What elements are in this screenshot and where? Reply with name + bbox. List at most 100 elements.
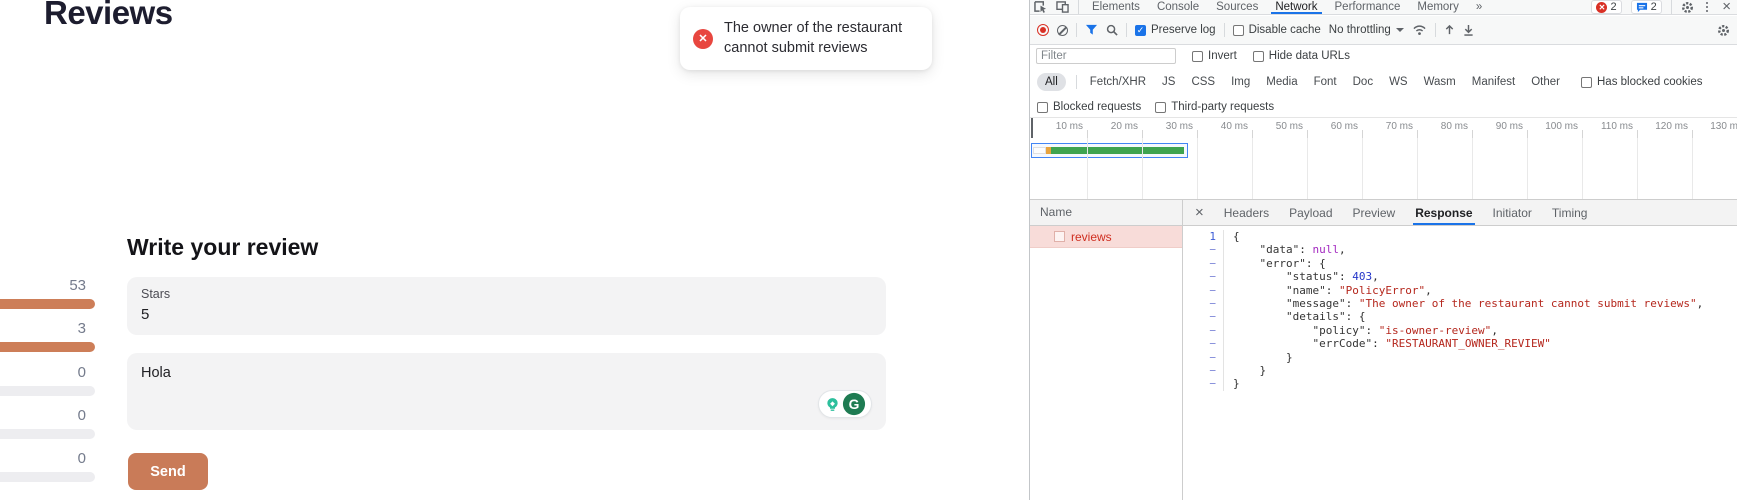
network-conditions-icon[interactable] — [1412, 24, 1427, 36]
type-filter-wasm[interactable]: Wasm — [1421, 73, 1459, 91]
grammarly-widget[interactable]: G — [818, 390, 872, 418]
disable-cache-label: Disable cache — [1249, 24, 1321, 36]
third-party-requests-checkbox[interactable]: Third-party requests — [1155, 101, 1274, 113]
devtools-tab-sources[interactable]: Sources — [1212, 0, 1262, 14]
throttling-value: No throttling — [1329, 24, 1391, 36]
detail-tab-timing[interactable]: Timing — [1552, 200, 1588, 225]
type-filter-manifest[interactable]: Manifest — [1469, 73, 1518, 91]
rating-distribution: 533000 — [0, 277, 96, 497]
type-filter-other[interactable]: Other — [1528, 73, 1563, 91]
console-message-badge[interactable]: 2 — [1631, 0, 1662, 14]
checkbox-icon — [1192, 51, 1203, 62]
review-text: Hola — [141, 365, 171, 381]
type-filter-js[interactable]: JS — [1159, 73, 1178, 91]
has-blocked-cookies-checkbox[interactable]: Has blocked cookies — [1581, 76, 1702, 88]
gridline — [1417, 138, 1418, 200]
response-pane[interactable]: 1{− "data": null,− "error": {− "status":… — [1183, 226, 1737, 500]
gridline — [1637, 138, 1638, 200]
throttling-select[interactable]: No throttling — [1329, 24, 1404, 36]
name-column-header[interactable]: Name — [1030, 200, 1183, 225]
type-filter-img[interactable]: Img — [1228, 73, 1253, 91]
fold-marker-icon[interactable]: − — [1183, 310, 1224, 323]
fold-marker-icon[interactable]: − — [1183, 337, 1224, 350]
detail-tab-initiator[interactable]: Initiator — [1493, 200, 1532, 225]
detail-tab-list: Headers Payload Preview Response Initiator Ti… — [1224, 200, 1588, 225]
devtools-tab-console[interactable]: Console — [1153, 0, 1203, 14]
send-button[interactable]: Send — [128, 453, 208, 490]
fold-marker-icon[interactable]: − — [1183, 364, 1224, 377]
divider — [1671, 0, 1672, 14]
review-textarea[interactable]: Hola G — [127, 353, 886, 430]
rating-row: 0 — [0, 364, 96, 404]
settings-gear-icon[interactable] — [1681, 1, 1694, 14]
type-filter-fetchxhr[interactable]: Fetch/XHR — [1087, 73, 1149, 91]
code-line: − "message": "The owner of the restauran… — [1183, 297, 1737, 310]
devtools-tab-network[interactable]: Network — [1271, 0, 1321, 14]
checkbox-icon — [1233, 25, 1244, 36]
rating-row: 3 — [0, 320, 96, 360]
network-overview-timeline[interactable]: 10 ms20 ms30 ms40 ms50 ms60 ms70 ms80 ms… — [1030, 118, 1737, 200]
error-badge-icon: ✕ — [1596, 2, 1607, 13]
stars-field[interactable]: Stars 5 — [127, 277, 886, 335]
inspect-element-icon[interactable] — [1034, 1, 1047, 13]
gridline — [1252, 138, 1253, 200]
fold-marker-icon[interactable]: − — [1183, 351, 1224, 364]
export-har-icon[interactable] — [1463, 24, 1474, 36]
invert-checkbox[interactable]: Invert — [1192, 50, 1237, 62]
more-tabs-button[interactable]: » — [1472, 0, 1486, 14]
line-number[interactable]: 1 — [1183, 230, 1224, 243]
close-detail-icon[interactable]: × — [1195, 204, 1204, 221]
fold-marker-icon[interactable]: − — [1183, 297, 1224, 310]
import-har-icon[interactable] — [1444, 24, 1455, 36]
type-filter-doc[interactable]: Doc — [1350, 73, 1376, 91]
code-line: − "policy": "is-owner-review", — [1183, 324, 1737, 337]
network-settings-gear-icon[interactable] — [1717, 24, 1730, 37]
detail-tab-response[interactable]: Response — [1415, 200, 1472, 225]
stars-value: 5 — [141, 306, 149, 323]
request-row-reviews[interactable]: reviews — [1030, 226, 1182, 248]
more-options-icon[interactable] — [1703, 2, 1712, 13]
detail-tab-preview[interactable]: Preview — [1353, 200, 1396, 225]
devtools-tab-performance[interactable]: Performance — [1331, 0, 1405, 14]
filter-input[interactable] — [1036, 48, 1176, 64]
clear-network-log-icon[interactable] — [1057, 25, 1068, 36]
timeline-tick-label: 100 ms — [1524, 121, 1578, 132]
fold-marker-icon[interactable]: − — [1183, 270, 1224, 283]
search-icon[interactable] — [1106, 24, 1118, 36]
type-filter-ws[interactable]: WS — [1386, 73, 1411, 91]
code-line: − } — [1183, 364, 1737, 377]
waterfall-wait-segment — [1033, 147, 1046, 154]
fold-marker-icon[interactable]: − — [1183, 257, 1224, 270]
code-line: − } — [1183, 351, 1737, 364]
device-toolbar-icon[interactable] — [1056, 1, 1069, 13]
divider — [1126, 23, 1127, 37]
fold-marker-icon[interactable]: − — [1183, 243, 1224, 256]
type-filter-font[interactable]: Font — [1311, 73, 1340, 91]
overview-selection[interactable] — [1031, 143, 1188, 158]
toast-message: The owner of the restaurant cannot submi… — [724, 19, 916, 58]
request-detail-tabs: × Headers Payload Preview Response Initiator… — [1183, 200, 1737, 225]
rating-bar — [0, 299, 95, 309]
gridline — [1197, 138, 1198, 200]
record-network-log-icon[interactable] — [1037, 24, 1049, 36]
detail-tab-headers[interactable]: Headers — [1224, 200, 1269, 225]
filter-funnel-icon[interactable] — [1085, 24, 1098, 36]
devtools-tab-memory[interactable]: Memory — [1413, 0, 1463, 14]
type-filter-media[interactable]: Media — [1263, 73, 1300, 91]
request-favicon-icon — [1054, 231, 1065, 242]
preserve-log-checkbox[interactable]: ✓ Preserve log — [1135, 24, 1216, 36]
type-filter-all[interactable]: All — [1037, 73, 1066, 91]
fold-marker-icon[interactable]: − — [1183, 377, 1224, 390]
fold-marker-icon[interactable]: − — [1183, 324, 1224, 337]
fold-marker-icon[interactable]: − — [1183, 284, 1224, 297]
disable-cache-checkbox[interactable]: Disable cache — [1233, 24, 1321, 36]
detail-tab-payload[interactable]: Payload — [1289, 200, 1332, 225]
error-count-badge[interactable]: ✕ 2 — [1591, 0, 1621, 14]
close-devtools-icon[interactable]: × — [1720, 1, 1733, 13]
blocked-requests-checkbox[interactable]: Blocked requests — [1037, 101, 1141, 113]
request-body: reviews 1{− "data": null,− "error": {− "… — [1030, 226, 1737, 500]
hide-data-urls-checkbox[interactable]: Hide data URLs — [1253, 50, 1350, 62]
rating-row: 0 — [0, 450, 96, 490]
devtools-tab-elements[interactable]: Elements — [1088, 0, 1144, 14]
type-filter-css[interactable]: CSS — [1188, 73, 1218, 91]
